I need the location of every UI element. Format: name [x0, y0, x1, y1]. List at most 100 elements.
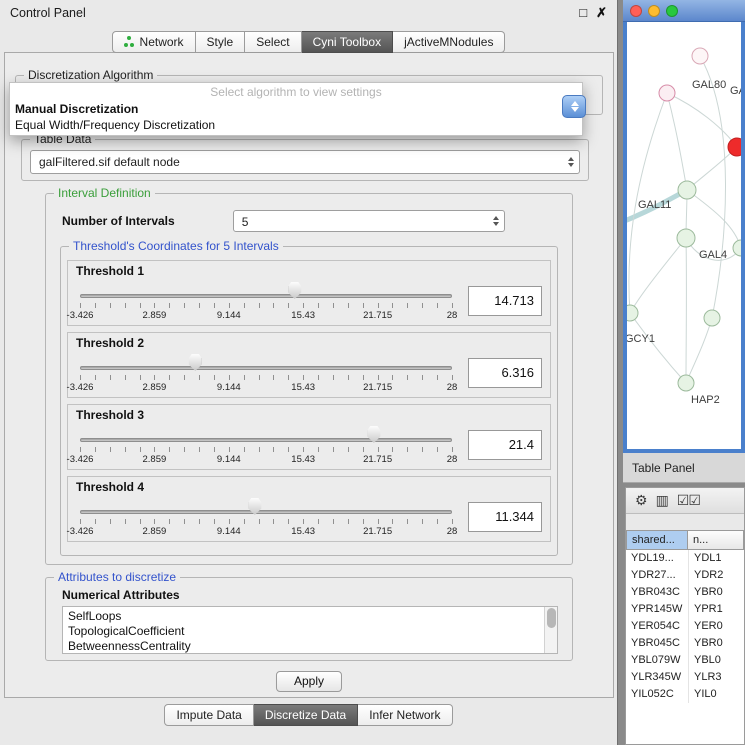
table-cell: YDL19... — [626, 550, 688, 567]
slider-scale-labels: -3.4262.8599.14415.4321.71528 — [80, 526, 452, 537]
algorithm-combobox-spinner-icon[interactable] — [562, 95, 586, 118]
network-canvas[interactable]: GAL80 GAL11 GAL4 GCY1 HAP2 GA — [627, 22, 741, 449]
apply-button[interactable]: Apply — [276, 671, 342, 692]
bottom-tab-discretize-data[interactable]: Discretize Data — [254, 704, 358, 726]
zoom-traffic-light-icon[interactable] — [666, 5, 678, 17]
slider-ticks — [80, 519, 452, 524]
table-row[interactable]: YIL052CYIL0 — [626, 686, 744, 703]
discretization-algorithm-group-title: Discretization Algorithm — [24, 68, 157, 82]
algorithm-options-list: Manual DiscretizationEqual Width/Frequen… — [10, 101, 582, 133]
select-columns-icon[interactable]: ☑☑ — [677, 492, 700, 509]
network-window-titlebar[interactable] — [623, 0, 745, 22]
attributes-group-title: Attributes to discretize — [54, 570, 180, 584]
threshold-slider: -3.4262.8599.14415.4321.71528 — [80, 279, 452, 323]
node-label-gcy1: GCY1 — [627, 333, 655, 345]
combobox-arrows-icon — [568, 151, 574, 173]
column-header[interactable]: n... — [688, 530, 744, 550]
bottom-tab-infer-network[interactable]: Infer Network — [358, 704, 452, 726]
table-row[interactable]: YDL19...YDL1 — [626, 550, 744, 567]
table-row[interactable]: YPR145WYPR1 — [626, 601, 744, 618]
bottom-tab-impute-data[interactable]: Impute Data — [164, 704, 253, 726]
node-label-gal80: GAL80 — [692, 79, 726, 91]
numerical-attributes-label: Numerical Attributes — [62, 588, 180, 602]
node-label-gal11: GAL11 — [638, 199, 671, 211]
thresholds-group-title: Threshold's Coordinates for 5 Intervals — [69, 239, 283, 253]
close-window-icon[interactable]: ✗ — [596, 5, 607, 21]
node[interactable] — [704, 310, 720, 326]
slider-track[interactable] — [80, 366, 452, 370]
algorithm-option[interactable]: Equal Width/Frequency Discretization — [10, 117, 582, 133]
threshold-slider: -3.4262.8599.14415.4321.71528 — [80, 423, 452, 467]
table-cell: YER054C — [626, 618, 688, 635]
table-row[interactable]: YER054CYER0 — [626, 618, 744, 635]
table-cell: YPR145W — [626, 601, 688, 618]
node[interactable] — [692, 48, 708, 64]
table-body: YDL19...YDL1YDR27...YDR2YBR043CYBR0YPR14… — [626, 550, 744, 744]
selected-node-red[interactable] — [728, 138, 741, 156]
tab-select[interactable]: Select — [245, 31, 301, 53]
node[interactable] — [733, 240, 741, 256]
table-panel-header: Table Panel — [623, 453, 745, 483]
table-cell: YIL052C — [626, 686, 688, 703]
table-row[interactable]: YBR043CYBR0 — [626, 584, 744, 601]
threshold-label: Threshold 1 — [76, 264, 542, 279]
node-gal4[interactable] — [677, 229, 695, 247]
table-data-combobox[interactable]: galFiltered.sif default node — [30, 150, 580, 174]
columns-icon[interactable]: ▥ — [656, 492, 668, 509]
table-cell: YDR2 — [688, 567, 744, 584]
desktop: Control Panel □ ✗ NetworkStyleSelectCyni… — [0, 0, 745, 745]
tab-style[interactable]: Style — [196, 31, 246, 53]
attribute-list-item[interactable]: SelfLoops — [63, 609, 557, 624]
table-toolbar: ⚙ ▥ ☑☑ — [626, 488, 744, 514]
minimize-traffic-light-icon[interactable] — [648, 5, 660, 17]
algorithm-placeholder: Select algorithm to view settings — [10, 83, 582, 101]
threshold-slider: -3.4262.8599.14415.4321.71528 — [80, 351, 452, 395]
algorithm-option[interactable]: Manual Discretization — [10, 101, 582, 117]
slider-ticks — [80, 375, 452, 380]
number-of-intervals-combobox[interactable]: 5 — [233, 210, 505, 232]
number-of-intervals-label: Number of Intervals — [62, 214, 175, 228]
float-window-icon[interactable]: □ — [579, 5, 587, 21]
table-cell: YBL0 — [688, 652, 744, 669]
threshold-value-field[interactable]: 14.713 — [468, 286, 542, 316]
threshold-value-field[interactable]: 6.316 — [468, 358, 542, 388]
slider-scale-labels: -3.4262.8599.14415.4321.71528 — [80, 310, 452, 321]
close-traffic-light-icon[interactable] — [630, 5, 642, 17]
slider-ticks — [80, 447, 452, 452]
slider-track[interactable] — [80, 510, 452, 514]
table-row[interactable]: YBR045CYBR0 — [626, 635, 744, 652]
table-row[interactable]: YLR345WYLR3 — [626, 669, 744, 686]
slider-track[interactable] — [80, 294, 452, 298]
gear-icon[interactable]: ⚙ — [635, 492, 647, 509]
node-hap2[interactable] — [678, 375, 694, 391]
attribute-list-item[interactable]: TopologicalCoefficient — [63, 624, 557, 639]
column-header[interactable]: shared... — [626, 530, 688, 550]
tab-cyni-toolbox[interactable]: Cyni Toolbox — [302, 31, 393, 53]
threshold-panels: Threshold 1 -3.4262.8599.14415.4321.71528… — [67, 260, 551, 548]
table-row[interactable]: YBL079WYBL0 — [626, 652, 744, 669]
interval-definition-group-title: Interval Definition — [54, 186, 155, 200]
node-gal11[interactable] — [678, 181, 696, 199]
threshold-label: Threshold 4 — [76, 480, 542, 495]
slider-track[interactable] — [80, 438, 452, 442]
right-column: GAL80 GAL11 GAL4 GCY1 HAP2 GA Table Pane… — [623, 0, 745, 745]
threshold-panel-4: Threshold 4 -3.4262.8599.14415.4321.71528… — [67, 476, 551, 542]
table-cell: YBR043C — [626, 584, 688, 601]
interval-definition-group: Interval Definition Number of Intervals … — [45, 193, 573, 565]
table-cell: YLR345W — [626, 669, 688, 686]
tab-network[interactable]: Network — [112, 31, 196, 53]
threshold-label: Threshold 3 — [76, 408, 542, 423]
node-gcy1[interactable] — [627, 305, 638, 321]
cyni-toolbox-panel: Discretization Algorithm Select algorith… — [4, 52, 614, 698]
attributes-scrollbar[interactable] — [544, 607, 557, 653]
numerical-attributes-list: SelfLoopsTopologicalCoefficientBetweenne… — [62, 606, 558, 654]
threshold-value-field[interactable]: 21.4 — [468, 430, 542, 460]
node-gal80[interactable] — [659, 85, 675, 101]
table-cell: YDR27... — [626, 567, 688, 584]
table-row[interactable]: YDR27...YDR2 — [626, 567, 744, 584]
thresholds-group: Threshold's Coordinates for 5 Intervals … — [60, 246, 558, 556]
tab-jactivemnodules[interactable]: jActiveMNodules — [393, 31, 505, 53]
network-icon — [124, 36, 135, 48]
threshold-value-field[interactable]: 11.344 — [468, 502, 542, 532]
attribute-list-item[interactable]: BetweennessCentrality — [63, 639, 557, 654]
